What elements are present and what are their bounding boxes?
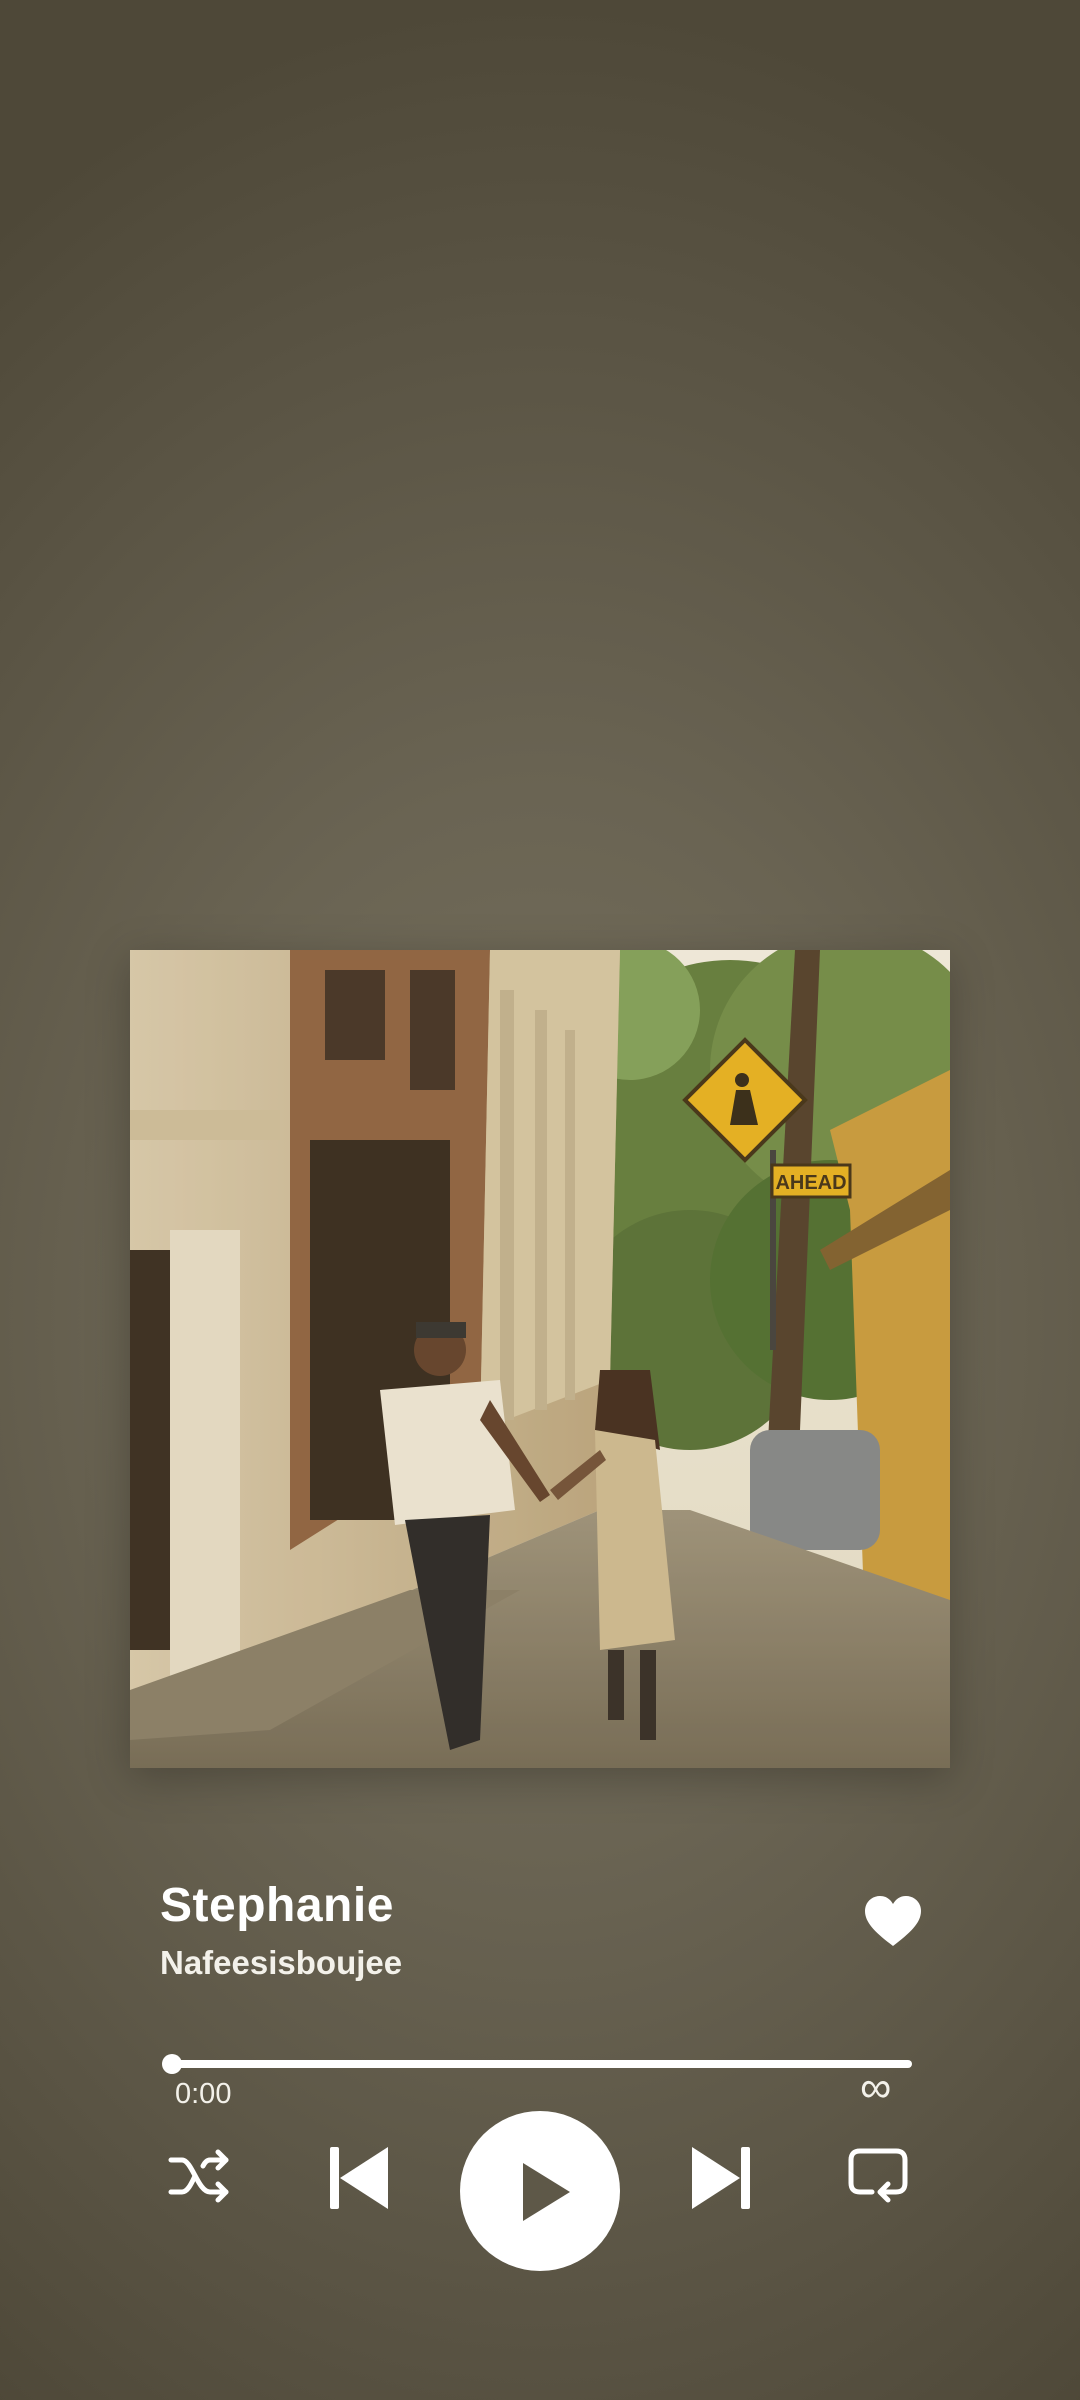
like-button[interactable] <box>864 1896 922 1948</box>
progress-bar[interactable] <box>172 2060 912 2068</box>
heart-icon <box>865 1896 921 1946</box>
album-artwork: AHEAD <box>130 950 950 1768</box>
repeat-button[interactable] <box>848 2148 908 2206</box>
progress-handle[interactable] <box>162 2054 182 2074</box>
play-button[interactable] <box>460 2111 620 2271</box>
previous-button[interactable] <box>330 2147 388 2209</box>
track-title: Stephanie <box>160 1879 394 1932</box>
track-artist[interactable]: Nafeesisboujee <box>160 1944 402 1982</box>
skip-next-icon <box>692 2147 750 2209</box>
shuffle-icon <box>168 2149 229 2203</box>
play-icon <box>523 2163 570 2221</box>
skip-previous-icon <box>330 2147 388 2209</box>
repeat-icon <box>848 2148 908 2203</box>
next-button[interactable] <box>692 2147 750 2209</box>
total-time: ∞ <box>860 2063 892 2112</box>
elapsed-time: 0:00 <box>175 2078 232 2110</box>
shuffle-button[interactable] <box>168 2148 234 2204</box>
